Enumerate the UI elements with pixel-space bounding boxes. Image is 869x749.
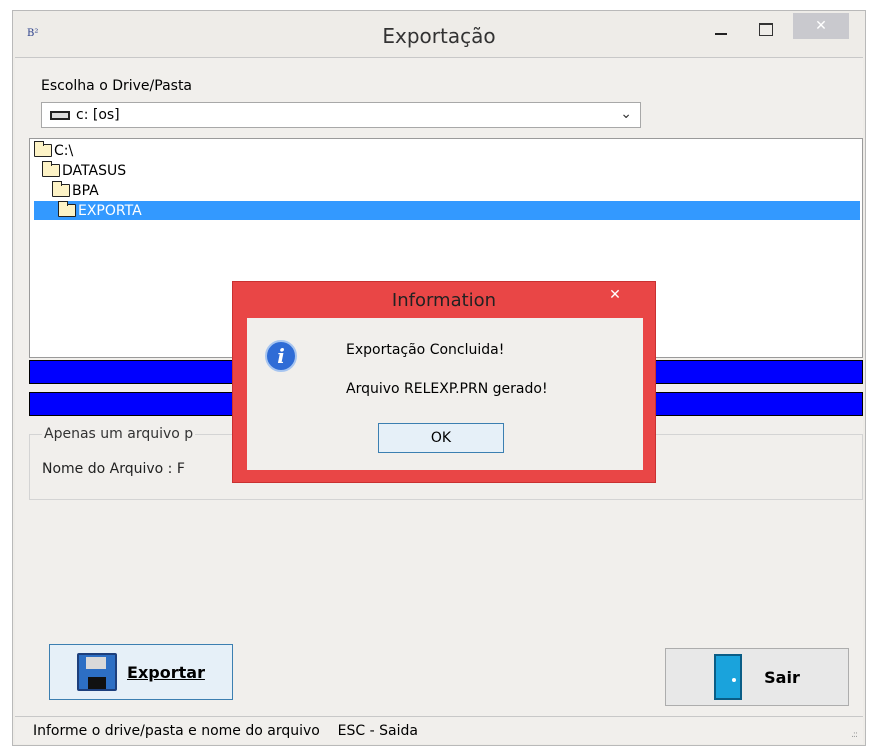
- window-title: Exportação: [382, 24, 496, 48]
- status-bar: Informe o drive/pasta e nome do arquivo …: [15, 716, 863, 744]
- drive-label: Escolha o Drive/Pasta: [41, 78, 193, 94]
- maximize-button[interactable]: [751, 19, 781, 39]
- status-text: Informe o drive/pasta e nome do arquivo …: [33, 723, 418, 739]
- export-button[interactable]: Exportar: [49, 644, 233, 700]
- dialog-message-1: Exportação Concluida!: [346, 342, 505, 358]
- tree-item-exporta[interactable]: EXPORTA: [34, 201, 860, 220]
- tree-item-label: EXPORTA: [78, 202, 142, 219]
- dialog-close-button[interactable]: ✕: [593, 284, 637, 306]
- drive-select[interactable]: c: [os] ⌄: [41, 102, 641, 128]
- tree-item-label: BPA: [72, 182, 99, 199]
- minimize-button[interactable]: [707, 19, 737, 39]
- information-dialog: Information ✕ i Exportação Concluida! Ar…: [232, 281, 656, 483]
- exit-button-label: Sair: [764, 667, 800, 687]
- chevron-down-icon[interactable]: ⌄: [620, 106, 632, 122]
- tree-item-label: DATASUS: [62, 162, 127, 179]
- resize-grip[interactable]: .::: [851, 730, 858, 740]
- ok-button[interactable]: OK: [378, 423, 504, 453]
- dialog-body: i Exportação Concluida! Arquivo RELEXP.P…: [247, 318, 643, 470]
- tree-item-datasus[interactable]: DATASUS: [42, 161, 126, 180]
- folder-open-icon: [52, 181, 70, 197]
- door-icon: [714, 654, 743, 700]
- folder-open-icon: [58, 201, 76, 217]
- folder-open-icon: [34, 141, 52, 157]
- tree-item-bpa[interactable]: BPA: [52, 181, 99, 200]
- exit-button[interactable]: Sair: [665, 648, 849, 706]
- folder-open-icon: [42, 161, 60, 177]
- drive-icon: [50, 111, 70, 120]
- title-bar[interactable]: B² Exportação ✕: [13, 11, 865, 57]
- close-button[interactable]: ✕: [793, 13, 849, 39]
- filename-label: Nome do Arquivo : F: [42, 461, 185, 477]
- export-button-label: Exportar: [127, 662, 205, 682]
- floppy-disk-icon: [77, 653, 118, 691]
- info-icon: i: [265, 340, 297, 372]
- group-legend: Apenas um arquivo p: [42, 426, 196, 442]
- dialog-title: Information: [391, 290, 497, 311]
- tree-item-c-root[interactable]: C:\: [34, 141, 73, 160]
- drive-selected-value: c: [os]: [76, 107, 120, 123]
- dialog-message-2: Arquivo RELEXP.PRN gerado!: [346, 381, 548, 397]
- tree-item-label: C:\: [54, 142, 74, 159]
